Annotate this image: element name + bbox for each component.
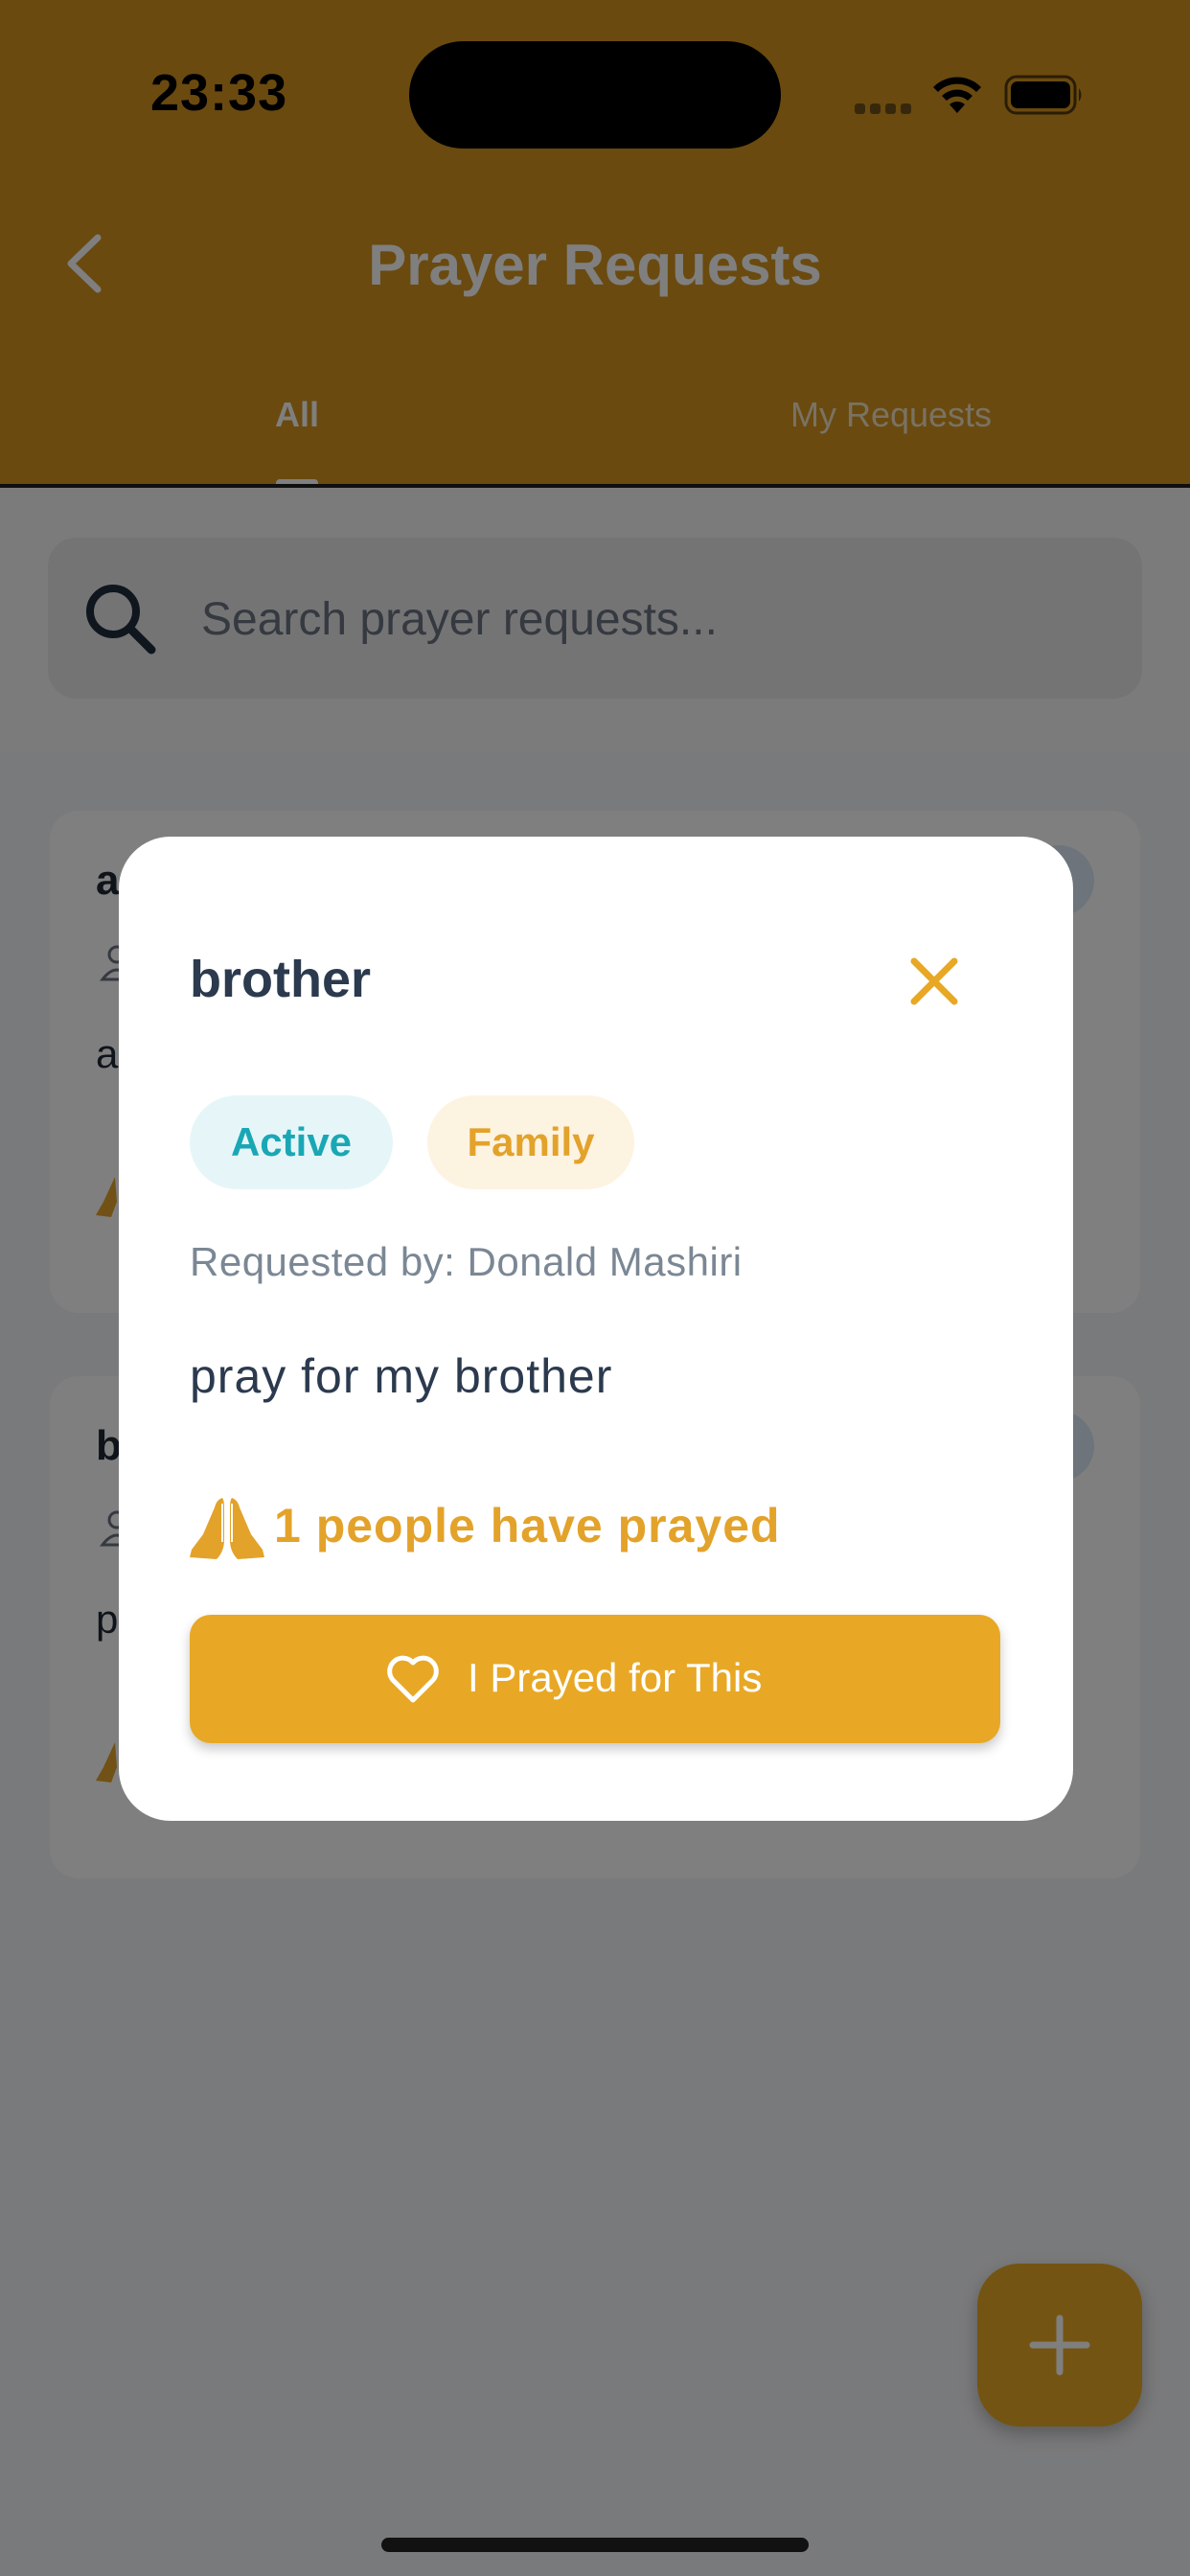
request-message: pray for my brother	[190, 1349, 613, 1403]
status-chip: Active	[190, 1095, 393, 1189]
close-icon[interactable]	[903, 950, 966, 1013]
prayed-button-label: I Prayed for This	[468, 1655, 763, 1700]
praying-hands-icon	[190, 1498, 264, 1559]
prayer-requests-screen: 23:33 Prayer Requests All My Requests	[0, 0, 1190, 2576]
prayed-for-this-button[interactable]: I Prayed for This	[190, 1615, 1000, 1743]
requested-by: Requested by: Donald Mashiri	[190, 1239, 743, 1284]
prayer-request-modal: brother Active Family Requested by: Dona…	[119, 837, 1073, 1821]
category-chip: Family	[427, 1095, 634, 1189]
prayed-count: 1 people have prayed	[274, 1499, 781, 1552]
modal-title: brother	[190, 951, 371, 1008]
home-indicator	[381, 2538, 809, 2552]
heart-icon	[387, 1655, 439, 1703]
